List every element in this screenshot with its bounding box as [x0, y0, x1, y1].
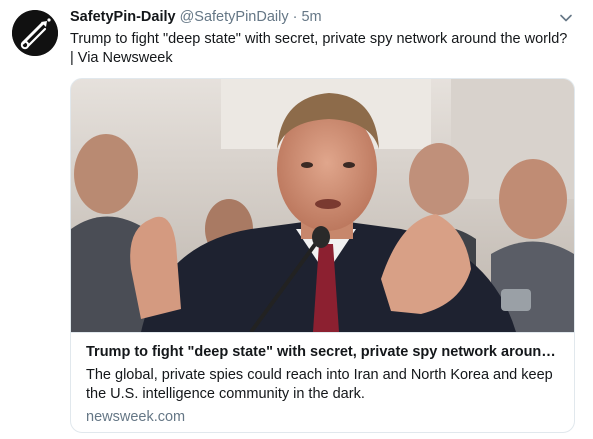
separator-dot: · — [292, 9, 298, 25]
tweet[interactable]: SafetyPin-Daily @SafetyPinDaily · 5m Tru… — [0, 0, 593, 439]
link-card[interactable]: Trump to fight "deep state" with secret,… — [70, 78, 575, 433]
timestamp[interactable]: 5m — [301, 9, 321, 25]
avatar[interactable] — [12, 10, 58, 56]
card-title[interactable]: Trump to fight "deep state" with secret,… — [86, 344, 564, 360]
tweet-header: SafetyPin-Daily @SafetyPinDaily · 5m — [70, 9, 322, 29]
user-handle[interactable]: @SafetyPinDaily — [180, 9, 289, 25]
man-testifying-at-hearing-photo — [71, 79, 574, 332]
card-body[interactable]: Trump to fight "deep state" with secret,… — [71, 332, 574, 432]
chevron-down-icon[interactable] — [559, 11, 573, 25]
safety-pin-logo-icon — [12, 10, 58, 56]
card-domain[interactable]: newsweek.com — [86, 409, 185, 425]
card-description: The global, private spies could reach in… — [86, 367, 553, 402]
tweet-text: Trump to fight "deep state" with secret,… — [70, 31, 568, 66]
card-image[interactable] — [71, 79, 574, 332]
display-name[interactable]: SafetyPin-Daily — [70, 9, 176, 25]
